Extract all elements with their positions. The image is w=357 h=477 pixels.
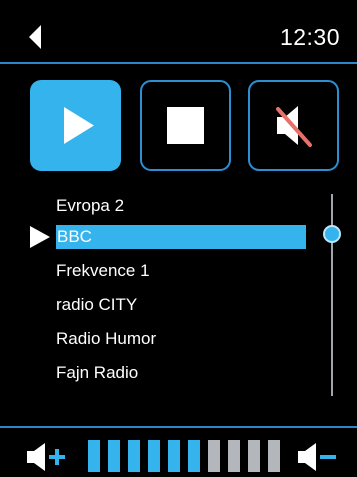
speaker-muted-icon [276,106,312,147]
volume-segment-filled [188,440,200,472]
clock: 12:30 [279,24,340,50]
volume-up-button[interactable] [27,442,75,472]
play-button[interactable] [30,80,121,171]
station-item[interactable]: Fajn Radio [56,361,306,385]
station-label: Fajn Radio [56,363,139,382]
station-label: Frekvence 1 [56,261,150,280]
volume-up-icon [27,443,65,471]
volume-down-button[interactable] [298,442,346,472]
footer-divider [0,426,357,428]
volume-segment-filled [88,440,100,472]
station-item-selected[interactable]: BBC [56,225,306,249]
volume-segment-empty [248,440,260,472]
station-label: Radio Humor [56,329,157,348]
mute-button[interactable] [248,80,339,171]
station-label: BBC [57,227,92,246]
volume-segment-empty [208,440,220,472]
back-arrow-icon [29,25,41,49]
volume-segment-empty [268,440,280,472]
volume-segment-filled [148,440,160,472]
station-item[interactable]: Frekvence 1 [56,259,306,283]
volume-segment-empty [228,440,240,472]
station-item[interactable]: Evropa 2 [56,194,306,218]
volume-level-bar[interactable] [88,440,288,472]
stop-icon [167,107,204,144]
scrollbar-thumb[interactable] [323,225,341,243]
station-item[interactable]: radio CITY [56,293,306,317]
station-label: Evropa 2 [56,196,125,215]
header-divider [0,62,357,64]
stop-button[interactable] [140,80,231,171]
play-icon [64,107,94,144]
volume-segment-filled [108,440,120,472]
station-item[interactable]: Radio Humor [56,327,306,351]
station-label: radio CITY [56,295,138,314]
volume-down-icon [298,443,336,471]
back-button[interactable] [26,22,46,52]
volume-segment-filled [168,440,180,472]
volume-segment-filled [128,440,140,472]
selection-arrow-icon [28,225,52,249]
